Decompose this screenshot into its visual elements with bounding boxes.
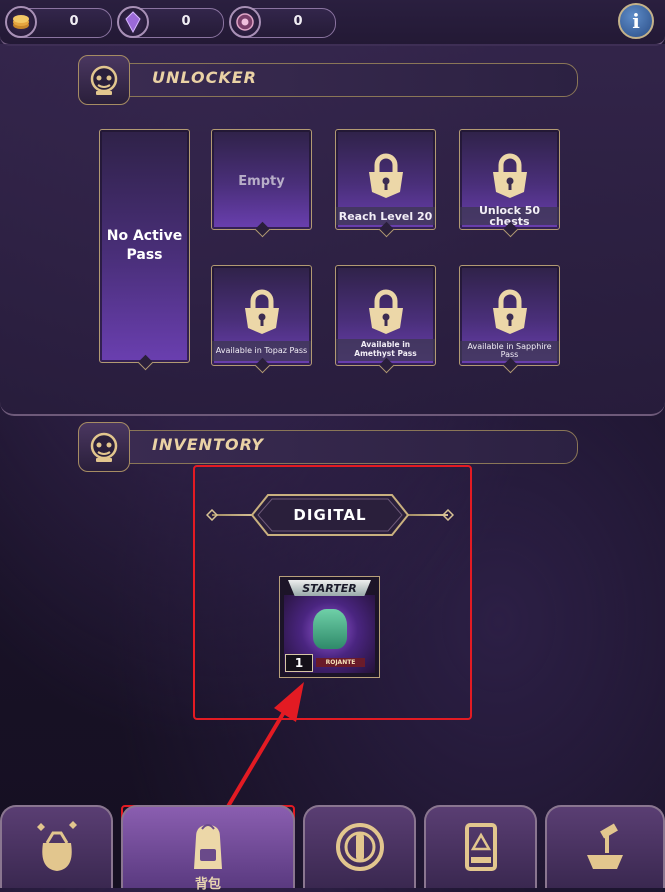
currency-gold-value: 0 <box>69 14 79 29</box>
unlocker-slot-50-chests[interactable]: Unlock 50 chests <box>459 129 560 238</box>
no-active-pass-slot[interactable]: No Active Pass <box>99 129 190 371</box>
nav-item-backpack[interactable]: 背包 <box>121 805 295 892</box>
unlocker-slot-amethyst[interactable]: Available in Amethyst Pass <box>335 265 436 374</box>
forge-icon <box>587 823 623 869</box>
currency-amethyst-value: 0 <box>181 14 191 29</box>
bottom-nav: 背包 <box>0 805 665 892</box>
crystal-icon <box>117 6 149 38</box>
nav-item-cards[interactable] <box>424 805 537 888</box>
backpack-icon <box>194 824 222 869</box>
padlock-icon <box>492 289 527 334</box>
padlock-icon <box>368 289 403 334</box>
no-active-pass-label: No Active Pass <box>106 228 183 263</box>
currency-amethyst[interactable]: 0 <box>117 6 224 38</box>
monkey-emblem-icon <box>78 55 130 105</box>
nav-item-loot[interactable] <box>0 805 113 888</box>
inventory-title: INVENTORY <box>152 435 264 454</box>
currency-gem-value: 0 <box>293 14 303 29</box>
coin-icon <box>5 6 37 38</box>
padlock-icon <box>368 153 403 198</box>
unlocker-slot-empty[interactable]: Empty <box>211 129 312 238</box>
padlock-icon <box>492 153 527 198</box>
card-frame-icon <box>464 823 497 871</box>
nav-item-forge[interactable] <box>545 805 665 888</box>
currency-gem[interactable]: 0 <box>229 6 336 38</box>
slot-empty-label: Empty <box>238 174 285 189</box>
gem-token-icon <box>229 6 261 38</box>
info-button[interactable]: i <box>618 3 654 39</box>
nav-item-backpack-label: 背包 <box>194 877 221 892</box>
unlocker-slot-level-20[interactable]: Reach Level 20 <box>335 129 436 238</box>
info-icon: i <box>632 9 640 33</box>
currency-gold[interactable]: 0 <box>5 6 112 38</box>
unlocker-title: UNLOCKER <box>152 68 257 87</box>
nav-item-portal[interactable] <box>303 805 416 888</box>
currency-bar: 0 0 0 i <box>0 0 665 46</box>
monkey-emblem-icon <box>78 422 130 472</box>
loot-bag-icon <box>36 821 77 871</box>
portal-icon <box>335 823 384 871</box>
padlock-icon <box>244 289 279 334</box>
unlocker-slot-topaz[interactable]: Available in Topaz Pass <box>211 265 312 374</box>
unlocker-slot-sapphire[interactable]: Available in Sapphire Pass <box>459 265 560 374</box>
